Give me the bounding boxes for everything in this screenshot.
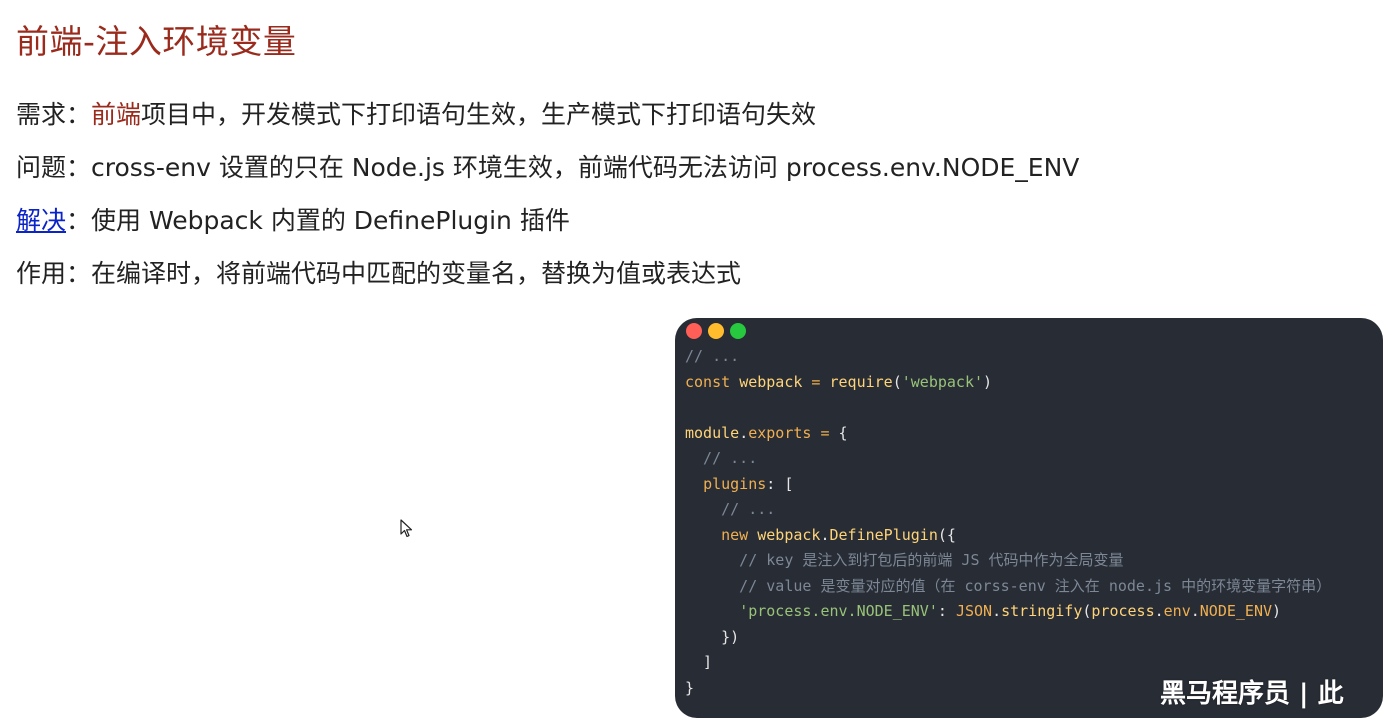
- code-line: plugins: [: [685, 472, 1331, 498]
- code-token: NODE_ENV: [1199, 602, 1273, 620]
- code-token: :: [937, 602, 956, 620]
- code-token: stringify: [1001, 602, 1083, 620]
- code-token: 'webpack': [901, 372, 984, 391]
- solution-line: 解决：使用 Webpack 内置的 DefinePlugin 插件: [16, 204, 570, 238]
- code-token: .: [1190, 602, 1200, 620]
- code-token: const: [685, 372, 740, 391]
- code-token: }): [685, 627, 740, 646]
- code-token: .: [739, 423, 749, 442]
- code-token: =: [811, 423, 839, 442]
- code-line: // ...: [685, 344, 1331, 370]
- code-block: // ... const webpack = require('webpack')…: [685, 344, 1331, 701]
- code-line: // value 是变量对应的值（在 corss-env 注入在 node.js…: [685, 574, 1331, 600]
- code-token: // ...: [685, 500, 776, 518]
- page-title: 前端-注入环境变量: [16, 22, 297, 61]
- code-token: =: [802, 372, 830, 391]
- problem-label: 问题：: [16, 153, 92, 182]
- solution-link[interactable]: 解决: [16, 206, 66, 235]
- code-token: plugins: [703, 474, 767, 493]
- code-token: webpack: [739, 372, 803, 391]
- effect-text: 在编译时，将前端代码中匹配的变量名，替换为值或表达式: [91, 259, 742, 288]
- code-token: // key 是注入到打包后的前端 JS 代码中作为全局变量: [685, 551, 1124, 569]
- code-line: // key 是注入到打包后的前端 JS 代码中作为全局变量: [685, 548, 1331, 574]
- requirement-label: 需求：: [16, 100, 92, 129]
- code-token: 'process.env.NODE_ENV': [739, 602, 938, 620]
- code-token: // value 是变量对应的值（在 corss-env 注入在 node.js…: [685, 576, 1332, 595]
- close-dot-icon: [686, 323, 702, 339]
- code-line: 'process.env.NODE_ENV': JSON.stringify(p…: [685, 599, 1331, 625]
- code-token: module: [685, 423, 740, 442]
- problem-text: cross-env 设置的只在 Node.js 环境生效，前端代码无法访问 pr…: [91, 153, 1080, 182]
- code-token: exports: [748, 423, 812, 442]
- maximize-dot-icon: [730, 323, 746, 339]
- code-token: ({: [937, 525, 956, 544]
- problem-line: 问题：cross-env 设置的只在 Node.js 环境生效，前端代码无法访问…: [16, 151, 1079, 185]
- code-token: process: [1091, 602, 1155, 620]
- code-token: // ...: [685, 347, 740, 365]
- code-token: new: [721, 525, 758, 544]
- code-line: // ...: [685, 497, 1331, 523]
- code-window: // ... const webpack = require('webpack')…: [675, 318, 1383, 718]
- code-token: .: [992, 602, 1002, 620]
- code-token: {: [838, 423, 848, 442]
- code-line: ]: [685, 650, 1331, 676]
- code-token: (: [892, 372, 902, 391]
- code-token: ]: [685, 653, 713, 671]
- code-token: : [: [766, 474, 794, 493]
- code-line: new webpack.DefinePlugin({: [685, 523, 1331, 549]
- requirement-text: 项目中，开发模式下打印语句生效，生产模式下打印语句失效: [141, 100, 817, 129]
- code-token: ): [983, 372, 993, 391]
- code-token: env: [1163, 602, 1191, 620]
- code-token: }: [685, 678, 695, 697]
- code-line: // ...: [685, 446, 1331, 472]
- effect-line: 作用：在编译时，将前端代码中匹配的变量名，替换为值或表达式: [16, 257, 741, 291]
- code-token: ): [1272, 602, 1282, 620]
- watermark-text: 黑马程序员 | 此: [1160, 679, 1344, 709]
- code-token: // ...: [685, 449, 758, 467]
- code-line: }): [685, 625, 1331, 651]
- solution-text: ：使用 Webpack 内置的 DefinePlugin 插件: [66, 206, 570, 235]
- code-token: JSON: [955, 602, 993, 620]
- code-token: require: [829, 372, 893, 391]
- window-controls: [686, 323, 746, 339]
- code-line: module.exports = {: [685, 421, 1331, 447]
- code-token: .: [1154, 602, 1164, 620]
- minimize-dot-icon: [708, 323, 724, 339]
- code-token: webpack: [757, 525, 821, 544]
- requirement-accent: 前端: [91, 100, 142, 129]
- effect-label: 作用：: [16, 259, 92, 288]
- code-token: DefinePlugin: [829, 525, 938, 544]
- requirement-line: 需求：前端项目中，开发模式下打印语句生效，生产模式下打印语句失效: [16, 98, 816, 132]
- code-line: const webpack = require('webpack'): [685, 370, 1331, 396]
- mouse-pointer-icon: [400, 519, 413, 538]
- code-token: .: [820, 525, 830, 544]
